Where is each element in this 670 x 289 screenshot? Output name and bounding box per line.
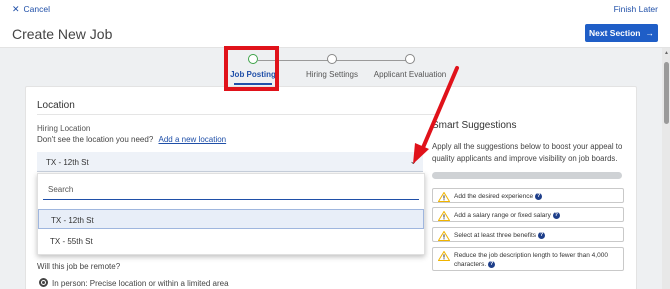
warning-icon	[438, 192, 450, 202]
suggestion-item: Select at least three benefits?	[432, 227, 624, 242]
location-search-input[interactable]	[43, 180, 419, 200]
finish-later-link[interactable]: Finish Later	[614, 4, 658, 14]
cancel-link[interactable]: ✕ Cancel	[12, 4, 50, 14]
location-option[interactable]: TX - 55th St	[38, 231, 424, 251]
step-applicant-evaluation[interactable]: Applicant Evaluation	[365, 54, 455, 79]
add-location-link[interactable]: Add a new location	[159, 135, 227, 144]
in-person-label: In person: Precise location or within a …	[52, 279, 229, 288]
scrollbar-thumb[interactable]	[664, 62, 669, 124]
suggestion-item: Add the desired experience?	[432, 188, 624, 203]
step-circle-icon	[405, 54, 415, 64]
help-icon[interactable]: ?	[538, 231, 546, 239]
warning-icon	[438, 231, 450, 241]
hiring-location-select[interactable]: TX - 12th St ⌄	[37, 152, 423, 172]
scroll-up-icon[interactable]: ▲	[664, 50, 669, 56]
help-icon[interactable]: ?	[552, 211, 560, 219]
smart-suggestions-title: Smart Suggestions	[432, 120, 517, 131]
in-person-radio[interactable]	[39, 278, 48, 287]
location-helper-text: Don't see the location you need? Add a n…	[37, 135, 226, 144]
warning-icon	[438, 251, 450, 261]
location-section-title: Location	[37, 100, 75, 111]
warning-icon	[438, 211, 450, 221]
annotation-highlight-box	[224, 46, 279, 91]
suggestion-text: Select at least three benefits	[454, 232, 537, 239]
arrow-right-icon: →	[645, 28, 655, 38]
suggestions-description: Apply all the suggestions below to boost…	[432, 142, 623, 163]
help-icon[interactable]: ?	[488, 260, 496, 268]
suggestion-text: Add a salary range or fixed salary	[454, 212, 551, 219]
location-option[interactable]: TX - 12th St	[38, 209, 424, 229]
next-section-label: Next Section	[589, 28, 641, 38]
suggestion-item: Add a salary range or fixed salary?	[432, 207, 624, 222]
helper-text: Don't see the location you need?	[37, 135, 154, 144]
step-label: Applicant Evaluation	[373, 70, 447, 79]
suggestion-item: Reduce the job description length to few…	[432, 247, 624, 271]
suggestions-progress-bar	[432, 172, 622, 179]
selected-location-value: TX - 12th St	[46, 158, 89, 167]
step-circle-icon	[327, 54, 337, 64]
close-icon: ✕	[12, 3, 20, 14]
next-section-button[interactable]: Next Section →	[585, 24, 658, 42]
step-hiring-settings[interactable]: Hiring Settings	[287, 54, 377, 79]
help-icon[interactable]: ?	[535, 192, 543, 200]
step-label: Hiring Settings	[305, 70, 359, 79]
hiring-location-label: Hiring Location	[37, 124, 91, 133]
page-title: Create New Job	[12, 26, 113, 42]
suggestion-text: Reduce the job description length to few…	[454, 252, 608, 268]
suggestion-text: Add the desired experience	[454, 193, 534, 200]
section-divider	[37, 114, 437, 115]
location-dropdown: TX - 12th St TX - 55th St	[37, 173, 425, 255]
top-bar: ✕ Cancel Finish Later	[0, 0, 670, 18]
cancel-label: Cancel	[23, 4, 51, 14]
page-header: Create New Job Next Section →	[0, 18, 670, 48]
chevron-down-icon: ⌄	[409, 156, 417, 166]
remote-question: Will this job be remote?	[37, 262, 121, 271]
